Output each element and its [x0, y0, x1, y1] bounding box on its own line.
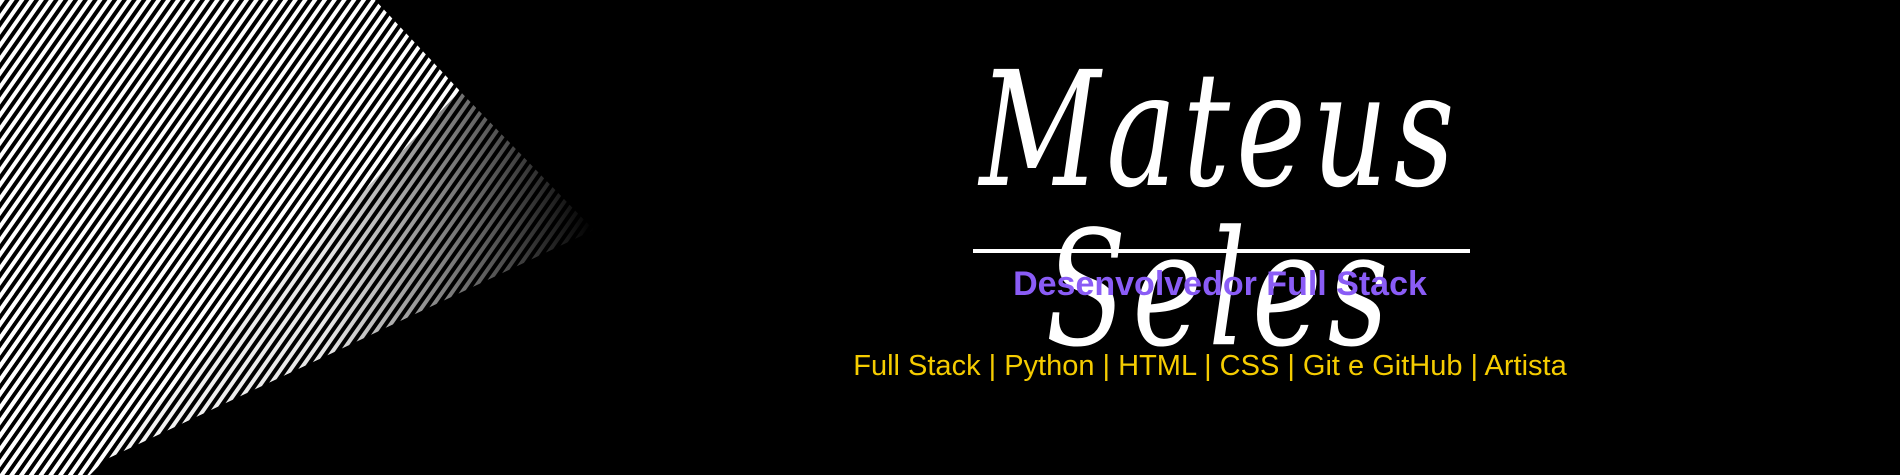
- banner: Mateus Seles Desenvolvedor Full Stack Fu…: [0, 0, 1900, 475]
- skills-list: Full Stack | Python | HTML | CSS | Git e…: [853, 350, 1567, 382]
- diagonal-stripes-decoration: [0, 0, 594, 475]
- divider-line: [973, 249, 1470, 253]
- job-title: Desenvolvedor Full Stack: [1013, 265, 1427, 303]
- name-signature: Mateus Seles: [979, 36, 1461, 383]
